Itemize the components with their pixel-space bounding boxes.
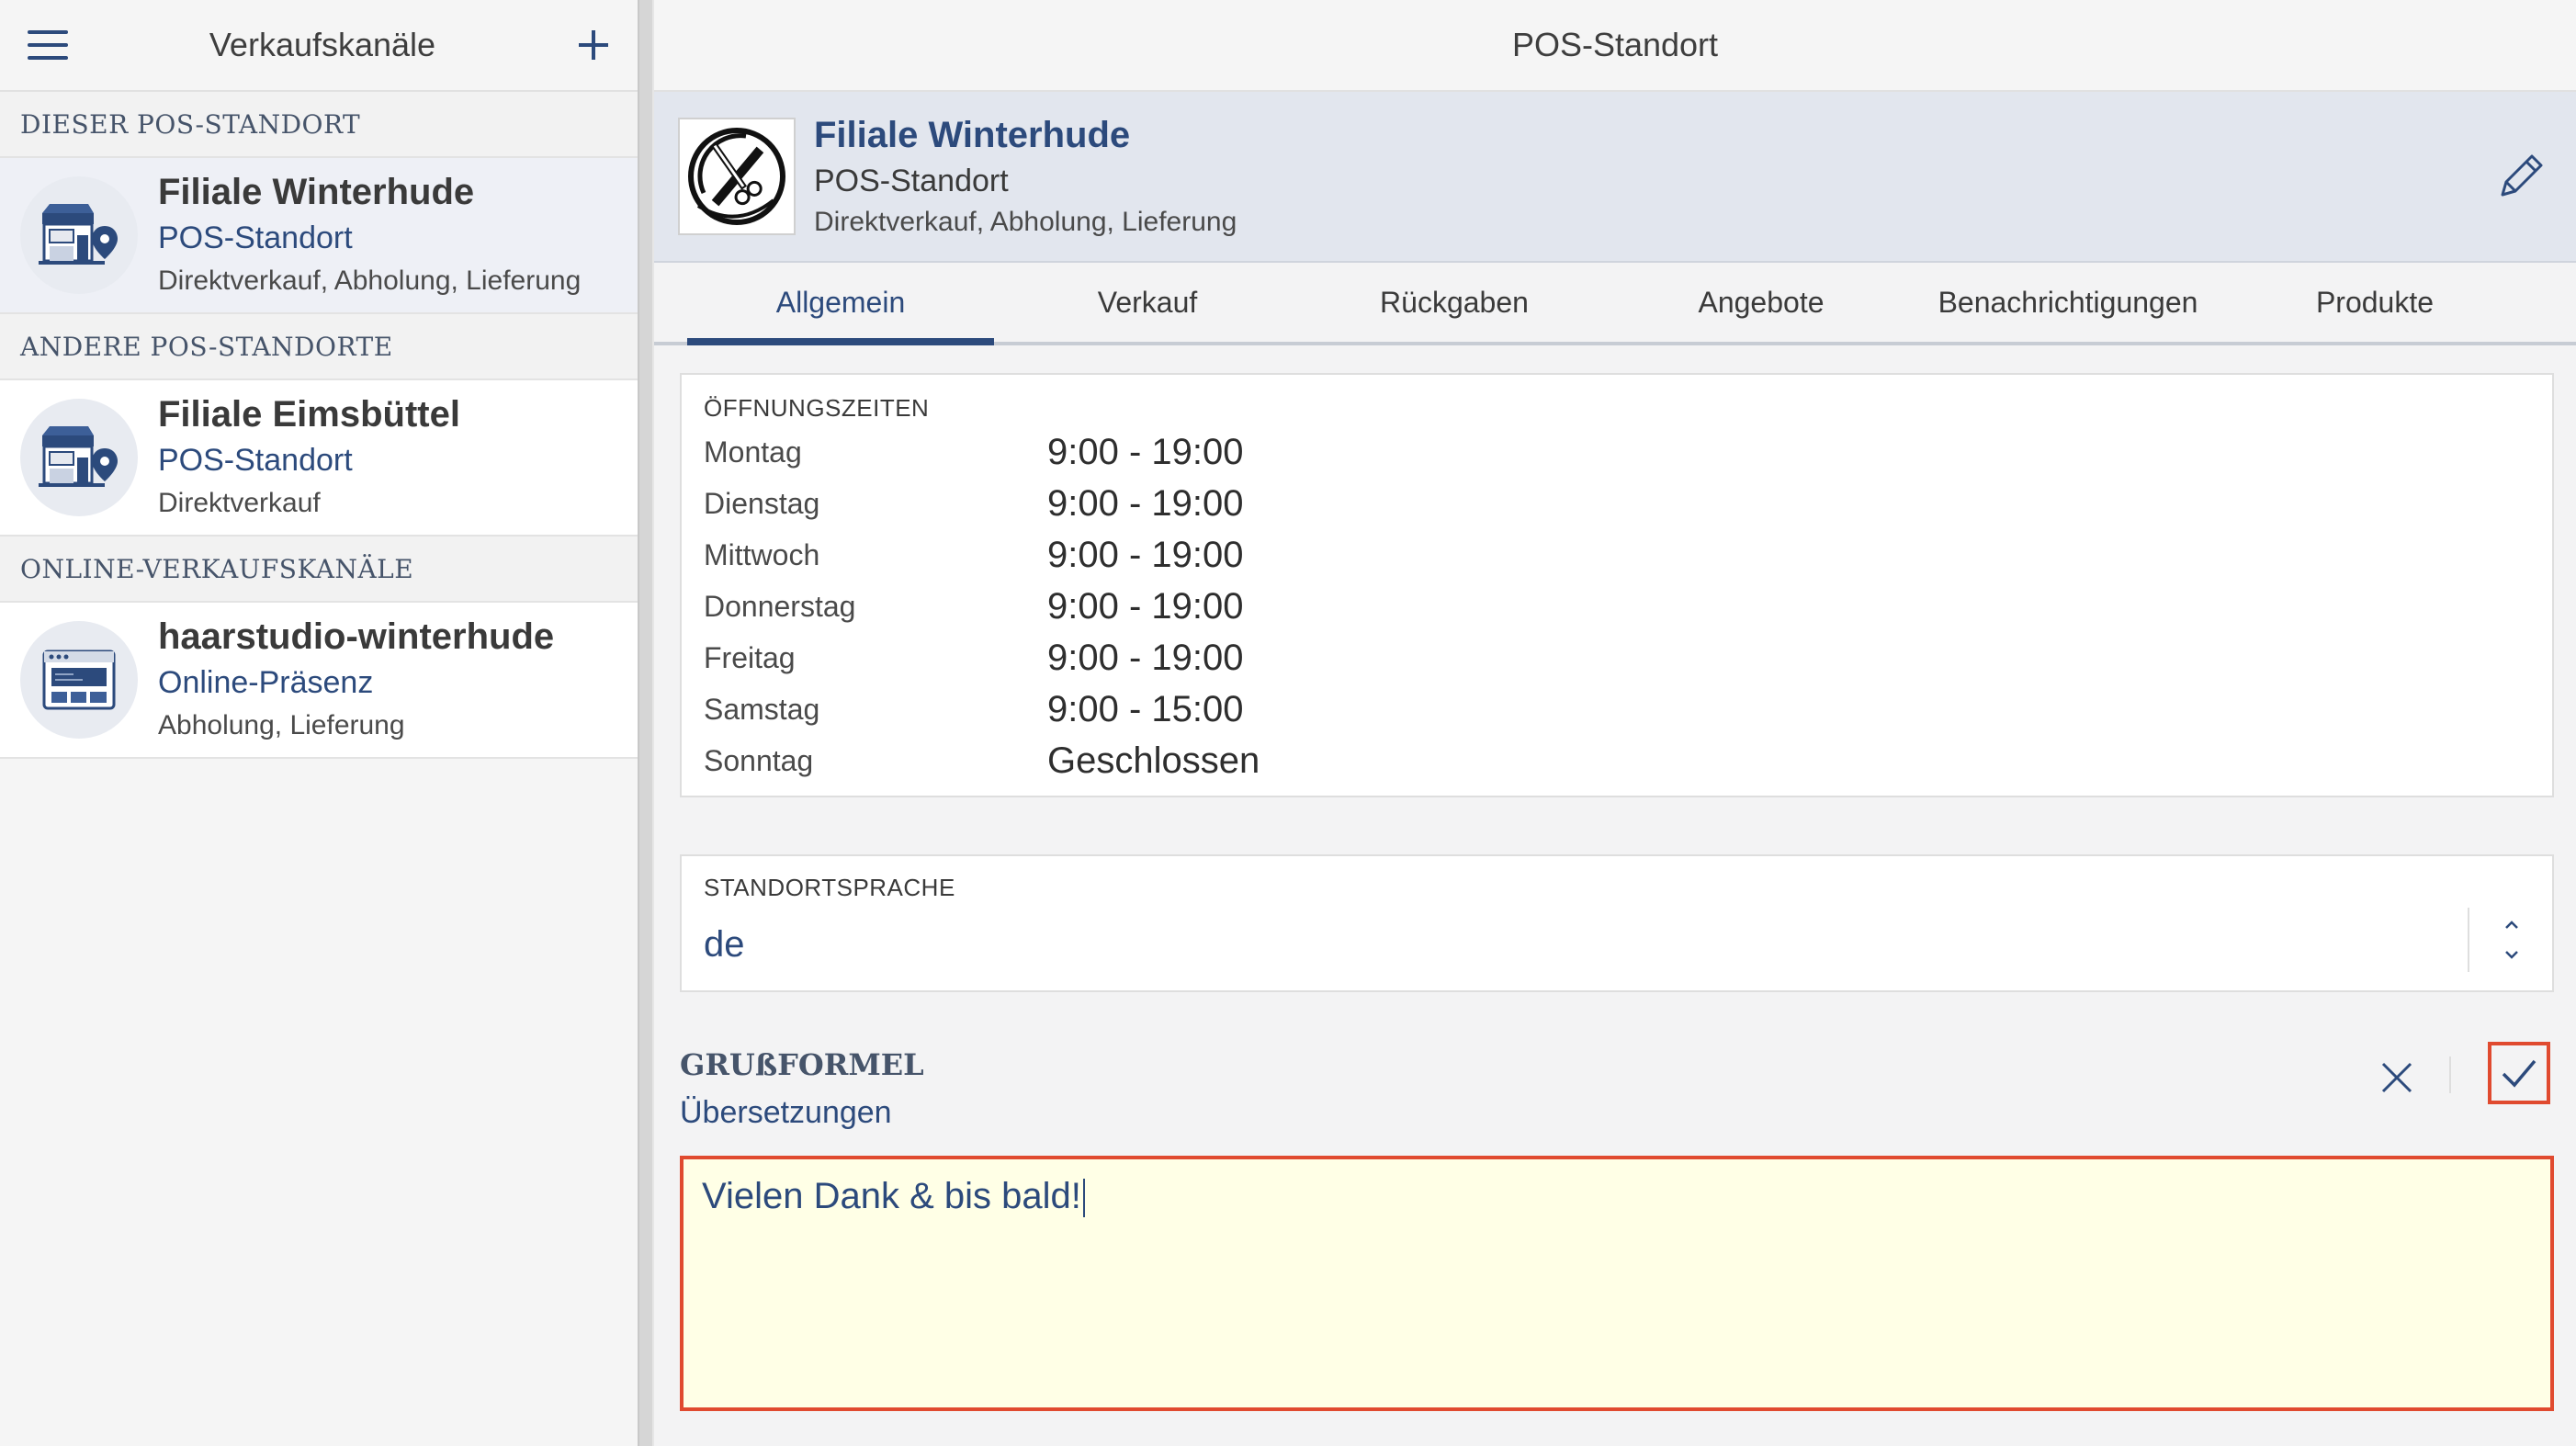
language-value: de: [704, 924, 745, 965]
time-value: 9:00 - 19:00: [1047, 431, 1244, 472]
time-value: 9:00 - 19:00: [1047, 534, 1244, 575]
channel-type: POS-Standort: [158, 443, 353, 478]
salon-logo: [678, 118, 796, 235]
day-label: Samstag: [704, 692, 820, 726]
channel-desc: Direktverkauf: [158, 488, 321, 518]
language-select[interactable]: STANDORTSPRACHE de: [680, 854, 2554, 992]
channel-item-filiale-eimsbuettel[interactable]: Filiale Eimsbüttel POS-Standort Direktve…: [0, 380, 638, 537]
tab-benachrichtigungen[interactable]: Benachrichtigungen: [1915, 263, 2221, 342]
channel-item-filiale-winterhude[interactable]: Filiale Winterhude POS-Standort Direktve…: [0, 158, 638, 314]
add-channel-button[interactable]: [577, 28, 610, 62]
tab-produkte[interactable]: Produkte: [2221, 263, 2528, 342]
chevron-up-down-icon[interactable]: [2468, 908, 2552, 972]
browser-window-icon: [20, 621, 138, 739]
location-desc: Direktverkauf, Abholung, Lieferung: [814, 207, 1237, 237]
channel-name: Filiale Winterhude: [158, 172, 475, 212]
tab-bar: Allgemein Verkauf Rückgaben Angebote Ben…: [654, 263, 2576, 345]
location-card: Filiale Winterhude POS-Standort Direktve…: [654, 92, 2576, 263]
section-header-other-pos: ANDERE POS-STANDORTE: [0, 314, 638, 380]
hours-row: Dienstag 9:00 - 19:00: [704, 478, 2530, 529]
tab-rueckgaben[interactable]: Rückgaben: [1301, 263, 1608, 342]
main-panel: POS-Standort Filiale Winterhude POS-Stan…: [654, 0, 2576, 1446]
greeting-textarea[interactable]: Vielen Dank & bis bald!: [680, 1156, 2554, 1411]
day-label: Freitag: [704, 640, 796, 674]
time-value: 9:00 - 15:00: [1047, 688, 1244, 729]
channel-type: Online-Präsenz: [158, 665, 374, 700]
channel-type: POS-Standort: [158, 220, 353, 255]
content-area: ÖFFNUNGSZEITEN Montag 9:00 - 19:00 Diens…: [654, 345, 2576, 1411]
tab-verkauf[interactable]: Verkauf: [994, 263, 1301, 342]
hours-row: Montag 9:00 - 19:00: [704, 426, 2530, 478]
edit-pencil-icon[interactable]: [2493, 149, 2548, 204]
checkmark-icon[interactable]: [2488, 1042, 2550, 1104]
menu-icon[interactable]: [28, 30, 68, 60]
day-label: Donnerstag: [704, 589, 856, 623]
sidebar: Verkaufskanäle DIESER POS-STANDORT Filia…: [0, 0, 638, 1446]
time-value: 9:00 - 19:00: [1047, 637, 1244, 678]
time-value: 9:00 - 19:00: [1047, 482, 1244, 524]
channel-desc: Direktverkauf, Abholung, Lieferung: [158, 265, 582, 296]
day-label: Montag: [704, 435, 802, 469]
action-separator: [2449, 1056, 2451, 1093]
tab-allgemein[interactable]: Allgemein: [687, 263, 994, 345]
hours-row: Samstag 9:00 - 15:00: [704, 683, 2530, 735]
day-label: Mittwoch: [704, 537, 820, 571]
sidebar-header: Verkaufskanäle: [0, 0, 638, 92]
hours-row: Freitag 9:00 - 19:00: [704, 632, 2530, 683]
language-label: STANDORTSPRACHE: [704, 874, 955, 901]
channel-desc: Abholung, Lieferung: [158, 710, 405, 740]
store-location-icon: [20, 399, 138, 516]
opening-hours-label: ÖFFNUNGSZEITEN: [704, 394, 930, 422]
main-title: POS-Standort: [654, 0, 2576, 92]
channel-item-haarstudio-winterhude[interactable]: haarstudio-winterhude Online-Präsenz Abh…: [0, 603, 638, 759]
hours-row: Mittwoch 9:00 - 19:00: [704, 529, 2530, 581]
hours-row: Donnerstag 9:00 - 19:00: [704, 581, 2530, 632]
greeting-text: Vielen Dank & bis bald!: [702, 1176, 1081, 1216]
section-header-online: ONLINE-VERKAUFSKANÄLE: [0, 537, 638, 603]
translations-link[interactable]: Übersetzungen: [680, 1088, 2554, 1137]
time-value: Geschlossen: [1047, 740, 1260, 781]
channel-name: Filiale Eimsbüttel: [158, 394, 460, 435]
location-name: Filiale Winterhude: [814, 115, 1131, 155]
close-icon[interactable]: [2376, 1056, 2418, 1099]
greeting-label: GRUßFORMEL: [680, 1047, 924, 1082]
store-location-icon: [20, 176, 138, 294]
channel-name: haarstudio-winterhude: [158, 616, 555, 657]
sidebar-title: Verkaufskanäle: [209, 26, 436, 63]
opening-hours-panel[interactable]: ÖFFNUNGSZEITEN Montag 9:00 - 19:00 Diens…: [680, 373, 2554, 797]
text-caret: [1082, 1179, 1085, 1218]
location-type: POS-Standort: [814, 164, 1009, 198]
time-value: 9:00 - 19:00: [1047, 585, 1244, 627]
day-label: Sonntag: [704, 743, 814, 777]
split-view-divider[interactable]: [638, 0, 654, 1446]
tab-angebote[interactable]: Angebote: [1608, 263, 1915, 342]
section-header-this-pos: DIESER POS-STANDORT: [0, 92, 638, 158]
hours-row: Sonntag Geschlossen: [704, 735, 2530, 786]
greeting-section: GRUßFORMEL Übersetzungen Vielen Dank & b…: [680, 1042, 2554, 1411]
day-label: Dienstag: [704, 486, 820, 520]
